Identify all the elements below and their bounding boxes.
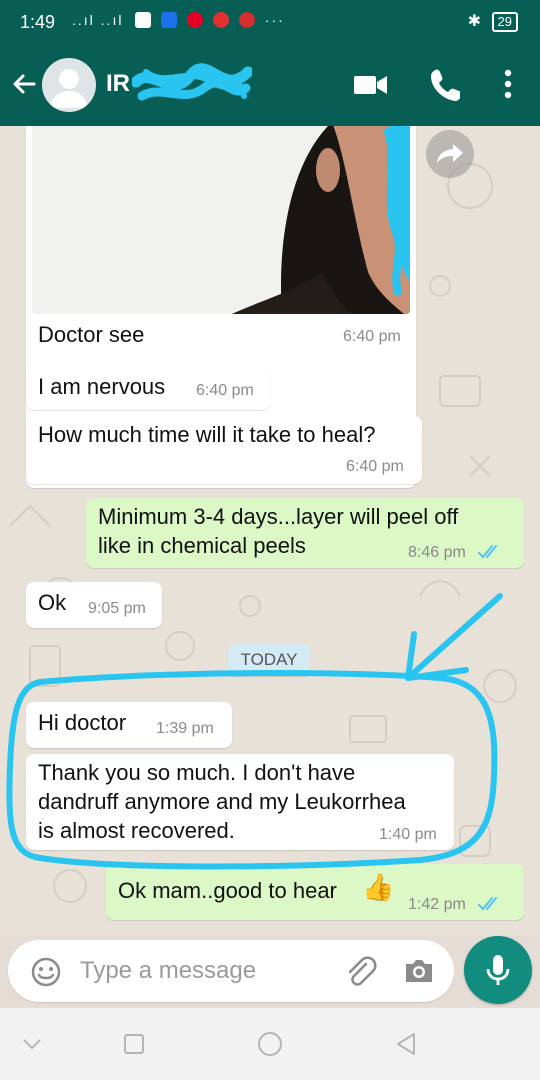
message-input[interactable]	[80, 952, 330, 990]
message-composer	[0, 936, 540, 1008]
mic-icon	[486, 955, 510, 985]
dnd-icon	[238, 12, 255, 28]
message-bubble-incoming[interactable]: How much time will it take to heal? 6:40…	[26, 416, 422, 484]
oppo-icon	[213, 12, 230, 28]
video-call-icon[interactable]	[352, 70, 390, 100]
chat-area[interactable]: Doctor see 6:40 pm I am nervous 6:40 pm …	[0, 126, 540, 936]
pinterest-icon	[187, 12, 204, 28]
forward-button[interactable]	[426, 130, 474, 178]
emoji-icon[interactable]	[30, 956, 62, 988]
nav-recents-icon[interactable]	[118, 1028, 150, 1060]
app-notification-icon	[161, 12, 178, 28]
nav-back-icon[interactable]	[390, 1028, 422, 1060]
message-text: Doctor see	[38, 322, 145, 347]
avatar-placeholder-icon	[50, 69, 88, 108]
mic-button[interactable]	[464, 936, 532, 1004]
message-bubble-incoming[interactable]: Hi doctor 1:39 pm	[26, 702, 232, 748]
read-ticks-icon	[478, 545, 497, 559]
message-time: 6:40 pm	[346, 458, 404, 475]
attach-icon[interactable]	[342, 954, 378, 990]
status-time: 1:49	[20, 12, 56, 32]
message-bubble-incoming[interactable]: Ok 9:05 pm	[26, 582, 162, 628]
nav-down-icon[interactable]	[16, 1028, 48, 1060]
nav-home-icon[interactable]	[254, 1028, 286, 1060]
status-bar: 1:49 ..ıl ..ıl ··· ✱ 29	[0, 0, 540, 44]
battery-icon: 29	[491, 12, 518, 32]
status-icons: ..ıl ..ıl ···	[72, 12, 285, 28]
bluetooth-icon: ✱	[467, 13, 482, 30]
voice-call-icon[interactable]	[428, 66, 460, 102]
thumbs-up-emoji: 👍	[362, 872, 395, 902]
message-photo[interactable]	[32, 126, 410, 314]
status-right: ✱ 29	[468, 11, 518, 32]
system-nav-bar	[0, 1008, 540, 1080]
message-bubble-incoming[interactable]: Thank you so much. I don't have dandruff…	[26, 754, 454, 850]
more-vert-icon[interactable]	[498, 66, 518, 102]
read-ticks-icon	[478, 897, 497, 911]
photo-content	[32, 126, 410, 314]
message-input-container[interactable]	[8, 940, 454, 1002]
camera-icon[interactable]	[402, 956, 436, 986]
forward-icon	[437, 144, 463, 163]
wifi-icon	[135, 12, 152, 28]
message-text: Ok	[38, 590, 67, 615]
message-text: How much time will it take to heal?	[38, 422, 376, 447]
back-arrow-icon[interactable]	[8, 68, 40, 100]
message-bubble-outgoing[interactable]: Ok mam..good to hear 👍 1:42 pm	[106, 864, 524, 920]
more-notifications-icon: ···	[264, 12, 285, 28]
contact-name[interactable]: IR	[106, 70, 130, 98]
message-time: 6:40 pm	[196, 382, 254, 399]
message-bubble-outgoing[interactable]: Minimum 3-4 days...layer will peel off l…	[86, 498, 524, 568]
chat-header: IR	[0, 44, 540, 126]
message-text: Hi doctor	[38, 710, 127, 735]
signal-icon: ..ıl ..ıl	[72, 12, 124, 28]
avatar[interactable]	[42, 58, 96, 112]
message-time: 8:46 pm	[408, 544, 466, 561]
message-bubble-incoming[interactable]: I am nervous 6:40 pm	[26, 364, 270, 410]
message-time: 9:05 pm	[88, 600, 146, 617]
message-time: 1:39 pm	[156, 720, 214, 737]
message-text: I am nervous	[38, 374, 166, 399]
redaction-scribble	[132, 63, 252, 101]
message-time: 1:42 pm	[408, 896, 466, 913]
message-time: 1:40 pm	[379, 826, 437, 843]
message-text: Minimum 3-4 days...layer will peel off l…	[98, 504, 459, 558]
message-time: 6:40 pm	[343, 328, 401, 345]
message-text: Thank you so much. I don't have dandruff…	[38, 760, 406, 843]
date-divider: TODAY	[228, 644, 310, 676]
message-text: Ok mam..good to hear	[118, 878, 337, 903]
